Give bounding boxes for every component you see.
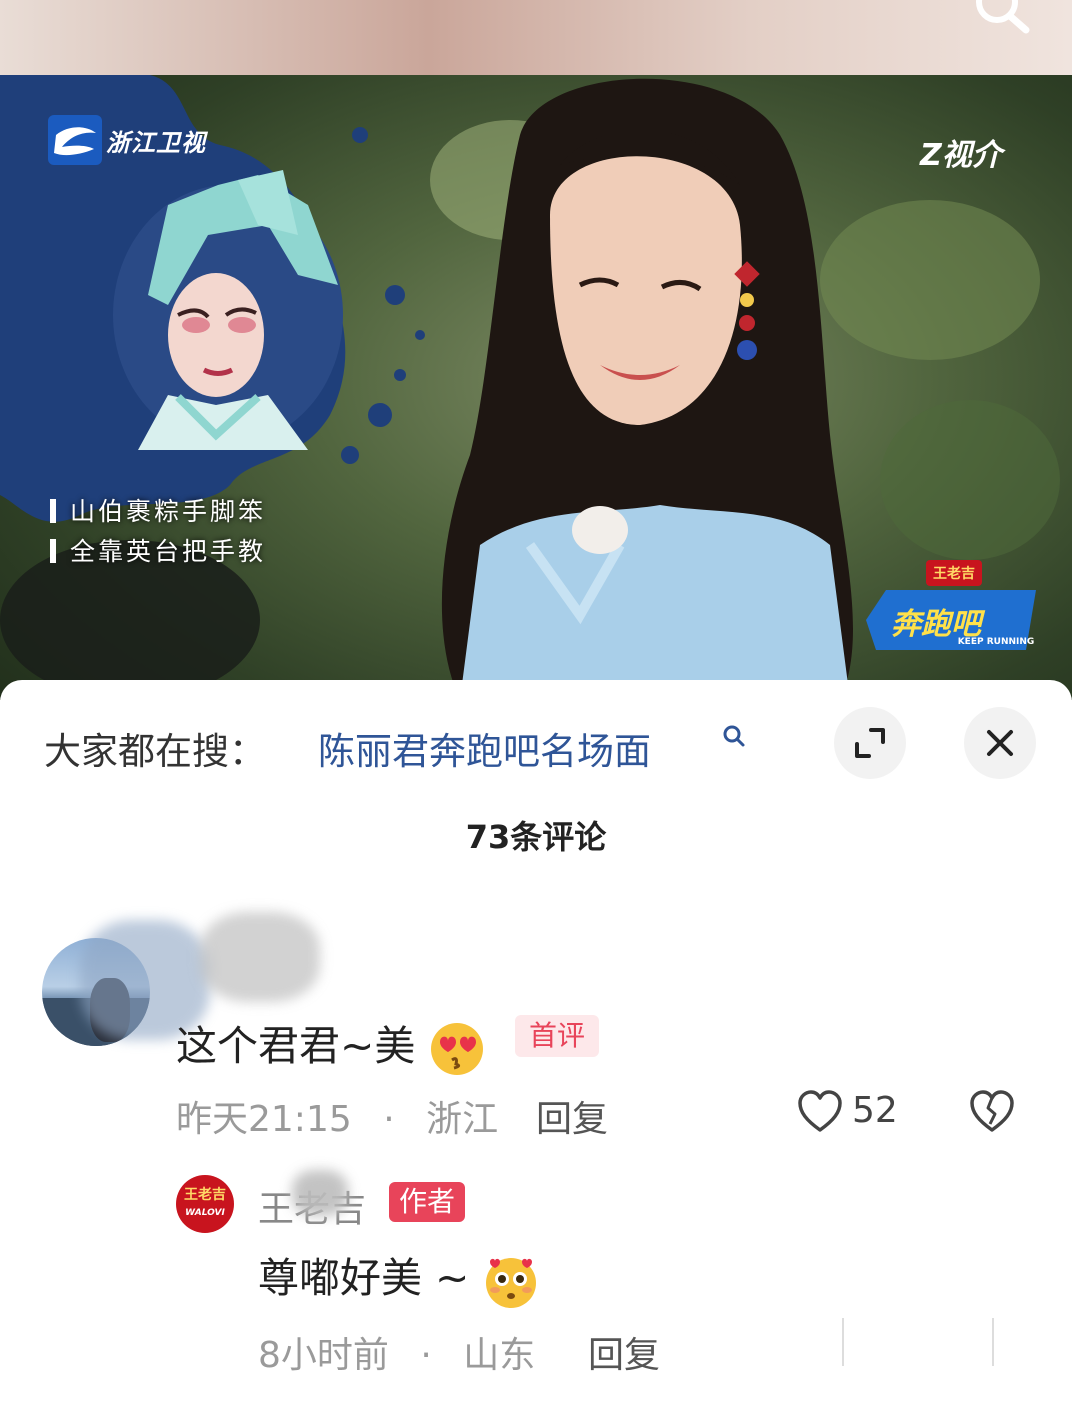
search-icon[interactable]	[722, 724, 746, 748]
woman-figure	[441, 78, 853, 700]
opera-portrait	[113, 170, 343, 450]
video-caption: 山伯裹粽手脚笨 全靠英台把手教	[50, 492, 266, 572]
svg-text:王老吉: 王老吉	[933, 565, 975, 582]
top-blurred-strip	[0, 0, 1072, 75]
hot-search-link[interactable]: 陈丽君奔跑吧名场面	[318, 721, 651, 775]
like-count: 52	[852, 1090, 898, 1131]
show-logo: 王老吉 奔跑吧 KEEP RUNNING	[866, 560, 1036, 650]
blurred-username	[200, 912, 320, 1002]
close-icon	[987, 730, 1013, 756]
expand-button[interactable]	[834, 707, 906, 779]
reply-button[interactable]: 回复	[588, 1326, 660, 1378]
hot-search-label: 大家都在搜：	[44, 730, 266, 773]
search-icon[interactable]	[970, 0, 1032, 38]
reply-text: 尊嘟好美 ~	[258, 1244, 540, 1310]
author-badge: 作者	[389, 1182, 466, 1222]
reply-meta: 8小时前 · 山东	[258, 1335, 536, 1376]
divider	[842, 1318, 844, 1366]
reply-button[interactable]: 回复	[536, 1090, 608, 1142]
heart-eyes-kiss-emoji	[431, 1023, 484, 1075]
author-avatar[interactable]: 王老吉 WALOVI	[176, 1175, 234, 1233]
svg-text:KEEP RUNNING: KEEP RUNNING	[958, 637, 1035, 647]
zhejiang-tv-logo: 浙江卫视	[48, 115, 206, 165]
starstruck-emoji	[486, 1258, 537, 1308]
divider	[992, 1318, 994, 1366]
broken-heart-icon[interactable]	[968, 1088, 1016, 1134]
first-comment-badge: 首评	[515, 1015, 600, 1057]
comment-meta: 昨天21:15 · 浙江	[176, 1099, 499, 1140]
heart-icon[interactable]	[796, 1088, 844, 1134]
comment-text: 这个君君~美	[176, 1012, 486, 1078]
comment-count: 73条评论	[465, 818, 607, 856]
video-player[interactable]: 浙江卫视 Z视介 山伯裹粽手脚笨 全靠英台把手教 王老吉 奔跑吧 KEEP RU…	[0, 0, 1072, 700]
blurred-username	[292, 1170, 348, 1216]
close-button[interactable]	[964, 707, 1036, 779]
expand-icon	[855, 728, 885, 758]
